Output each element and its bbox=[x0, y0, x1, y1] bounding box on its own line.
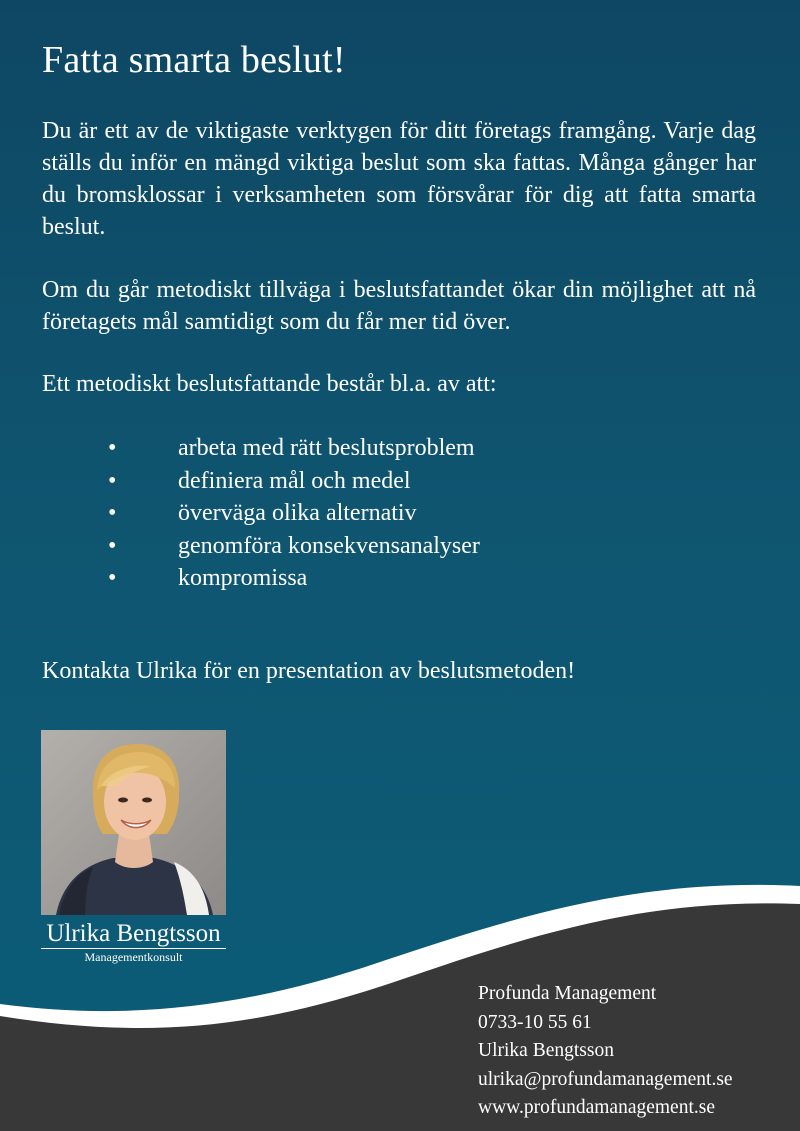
list-intro: Ett metodiskt beslutsfattande består bl.… bbox=[42, 371, 497, 397]
method-paragraph: Om du går metodiskt tillväga i beslutsfa… bbox=[42, 277, 756, 335]
list-item: • genomföra konsekvensanalyser bbox=[108, 530, 480, 563]
contact-block: Profunda Management 0733-10 55 61 Ulrika… bbox=[478, 980, 733, 1123]
bullet-icon: • bbox=[108, 532, 117, 559]
bullet-icon: • bbox=[108, 467, 117, 494]
phone-number: 0733-10 55 61 bbox=[478, 1011, 592, 1033]
list-item-text: kompromissa bbox=[178, 565, 308, 591]
list-item-text: överväga olika alternativ bbox=[178, 500, 417, 526]
bullet-icon: • bbox=[108, 565, 117, 591]
list-item-text: arbeta med rätt beslutsproblem bbox=[178, 435, 475, 461]
website-link[interactable]: www.profundamanagement.se bbox=[478, 1094, 733, 1123]
bullet-icon: • bbox=[108, 435, 117, 461]
page-heading: Fatta smarta beslut! bbox=[42, 39, 346, 81]
contact-name: Ulrika Bengtsson bbox=[478, 1040, 614, 1061]
bullet-icon: • bbox=[108, 500, 117, 526]
call-to-action: Kontakta Ulrika för en presentation av b… bbox=[42, 658, 576, 684]
intro-paragraph: Du är ett av de viktigaste verktygen för… bbox=[42, 118, 756, 240]
list-item-text: definiera mål och medel bbox=[178, 467, 411, 494]
email-address[interactable]: ulrika@profundamanagement.se bbox=[478, 1066, 733, 1095]
list-item: • överväga olika alternativ bbox=[108, 497, 480, 530]
list-item-text: genomföra konsekvensanalyser bbox=[178, 532, 480, 559]
list-item: • kompromissa bbox=[108, 562, 480, 595]
list-item: • definiera mål och medel bbox=[108, 465, 480, 498]
list-item: • arbeta med rätt beslutsproblem bbox=[108, 432, 480, 465]
company-name: Profunda Management bbox=[478, 983, 657, 1004]
method-list: • arbeta med rätt beslutsproblem • definie… bbox=[108, 432, 480, 595]
